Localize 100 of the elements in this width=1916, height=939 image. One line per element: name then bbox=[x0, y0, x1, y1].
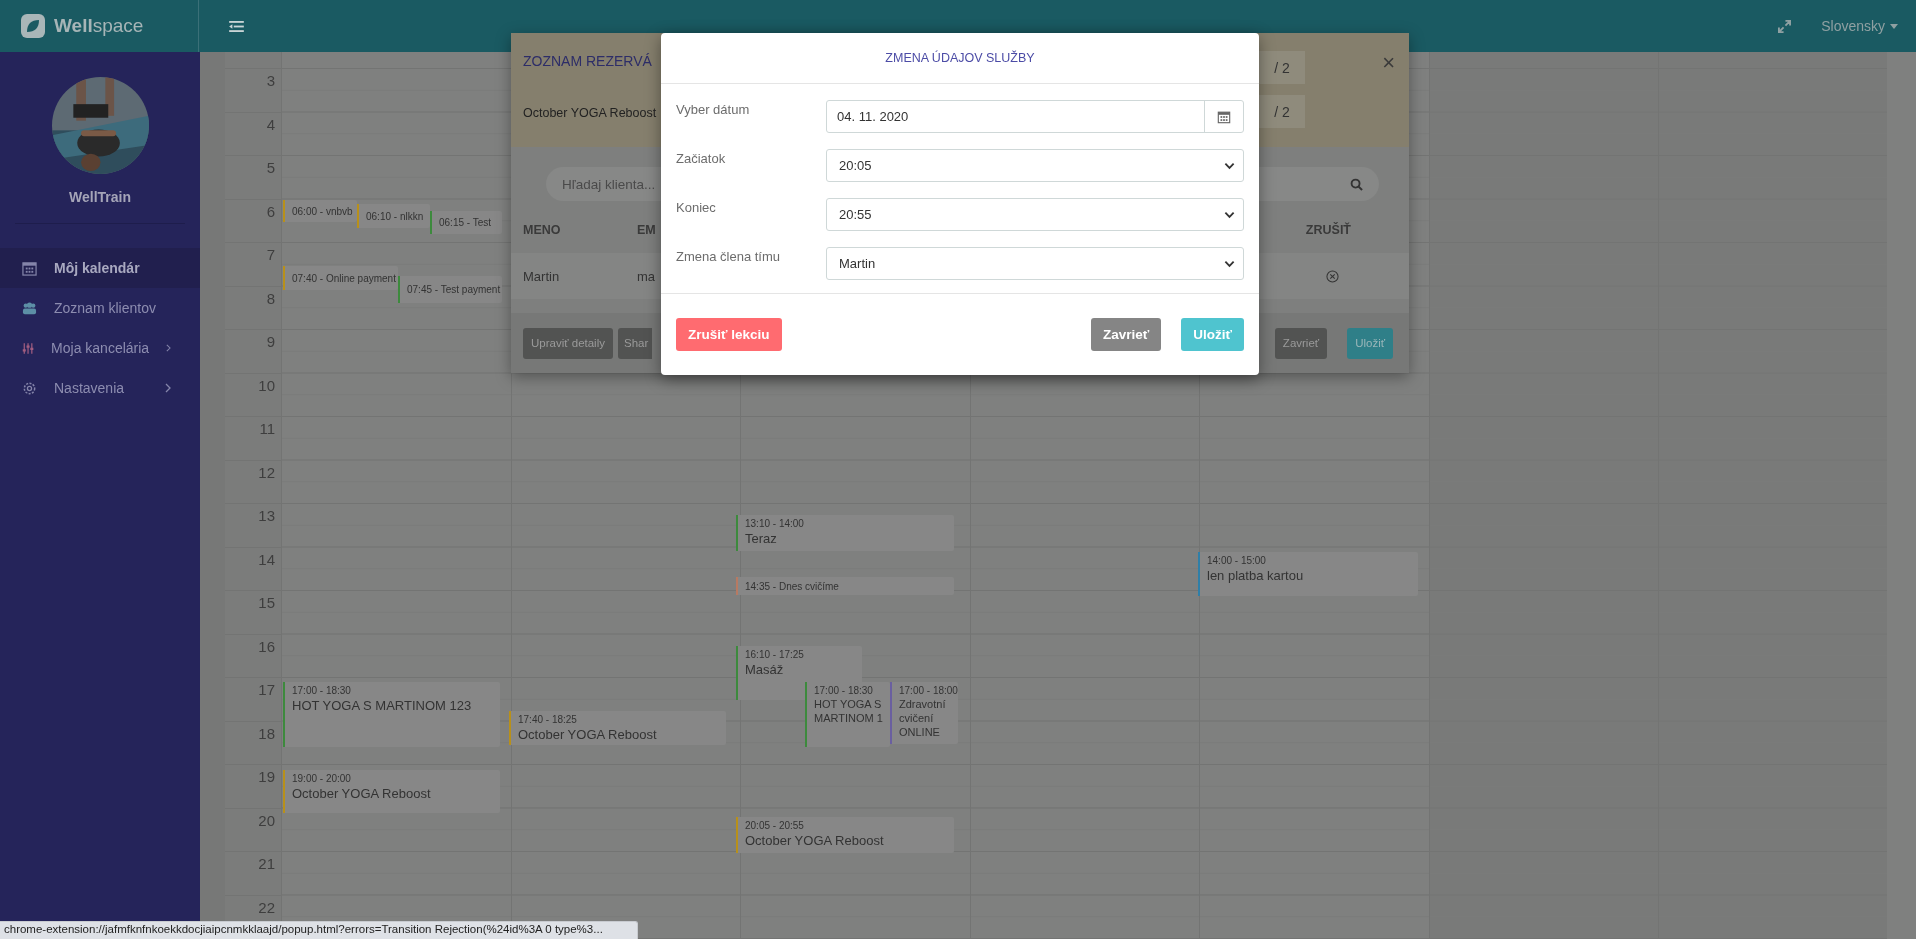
chevron-down-icon bbox=[1224, 259, 1235, 268]
capacity-count: / 2 bbox=[1259, 95, 1305, 128]
event-time: 13:10 - 14:00 bbox=[745, 518, 805, 529]
capacity-count: / 2 bbox=[1259, 51, 1305, 84]
field-label: Vyber dátum bbox=[676, 101, 751, 117]
hour-label: 9 bbox=[266, 333, 275, 350]
chevron-down-icon bbox=[1224, 161, 1235, 170]
sidebar-item[interactable]: Môj kalendár bbox=[0, 248, 200, 288]
settings-icon bbox=[22, 380, 37, 396]
event-card[interactable]: 06:00 - vnbvb bbox=[283, 200, 357, 222]
chevron-icon bbox=[165, 383, 171, 393]
dialog-button[interactable]: Uložiť bbox=[1347, 327, 1393, 359]
date-field[interactable]: 04. 11. 2020 bbox=[826, 100, 1244, 133]
event-title: Zdravotní cvičení ONLINE bbox=[899, 698, 947, 740]
dialog-title: ZMENA ÚDAJOV SLUŽBY bbox=[885, 51, 1035, 65]
hour-label: 18 bbox=[258, 724, 275, 742]
logo-text: Wellspace bbox=[54, 15, 144, 37]
hour-label: 20 bbox=[258, 811, 275, 829]
select-field[interactable]: 20:05 bbox=[826, 149, 1244, 182]
hour-label: 15 bbox=[258, 594, 275, 611]
table-cell-text: ma bbox=[637, 268, 657, 284]
event-card[interactable]: 17:00 - 18:30 HOT YOGA S MARTINOM 123 bbox=[283, 682, 500, 747]
event-title: Masáž bbox=[745, 662, 785, 679]
logo-icon bbox=[20, 13, 46, 39]
sidebar-item[interactable]: Moja kancelária bbox=[0, 328, 200, 368]
close-button[interactable]: × bbox=[1382, 51, 1395, 75]
event-text: 07:45 - Test payment bbox=[407, 284, 498, 295]
field-label: Začiatok bbox=[676, 150, 727, 166]
dialog-button[interactable]: Upraviť detaily bbox=[523, 327, 613, 359]
column-header: EM bbox=[637, 223, 657, 237]
dialog-button[interactable]: Zrušiť lekciu bbox=[676, 318, 782, 351]
sliders-icon bbox=[22, 340, 35, 356]
sidebar-item[interactable]: Nastavenia bbox=[0, 368, 200, 408]
event-title: October YOGA Reboost bbox=[518, 727, 658, 744]
dialog-button[interactable]: Zavrieť bbox=[1091, 318, 1162, 351]
calendar-icon bbox=[22, 260, 37, 276]
caret-icon bbox=[1890, 23, 1898, 29]
event-time: 20:05 - 20:55 bbox=[745, 820, 805, 831]
language-dropdown[interactable]: Slovensky bbox=[1821, 18, 1898, 34]
hour-label: 11 bbox=[259, 420, 275, 437]
cancel-icon[interactable] bbox=[1326, 269, 1339, 283]
event-text: 06:15 - Test bbox=[439, 217, 493, 228]
hour-label: 8 bbox=[266, 289, 275, 307]
service-name: October YOGA Reboost bbox=[523, 106, 657, 120]
event-title: Teraz bbox=[745, 531, 778, 548]
users-icon bbox=[22, 300, 37, 316]
event-title: HOT YOGA S MARTINOM 1 bbox=[814, 698, 884, 726]
column-header: MENO bbox=[523, 223, 562, 237]
dialog-title: ZOZNAM REZERVÁ bbox=[523, 53, 653, 69]
hour-label: 3 bbox=[266, 72, 275, 89]
event-card[interactable]: 07:40 - Online payment bbox=[283, 266, 398, 290]
field-label: Zmena člena tímu bbox=[676, 248, 782, 264]
event-card[interactable]: 06:10 - nlkkn bbox=[357, 204, 430, 228]
event-card[interactable]: 17:40 - 18:25 October YOGA Reboost bbox=[509, 711, 726, 745]
event-text: 14:35 - Dnes cvičíme bbox=[745, 580, 840, 592]
user-name: WellTrain bbox=[69, 189, 131, 205]
event-card[interactable]: 06:15 - Test bbox=[430, 211, 502, 234]
calendar-icon[interactable] bbox=[1217, 109, 1231, 124]
dialog-button[interactable]: Shar bbox=[618, 327, 653, 359]
hour-label: 19 bbox=[258, 768, 275, 785]
status-bar-url: chrome-extension://jafmfknfnkoekkdocjiaipcnmkklaajd/popup.html?errors=Transition Rejection(%24id%3A 0 type%3... bbox=[0, 921, 638, 939]
event-time: 17:00 - 18:30 bbox=[292, 685, 352, 696]
select-field[interactable]: 20:55 bbox=[826, 198, 1244, 231]
hour-label: 5 bbox=[266, 159, 275, 176]
event-card[interactable]: 17:00 - 18:00 Zdravotní cvičení ONLINE bbox=[890, 682, 958, 744]
fullscreen-icon[interactable] bbox=[1778, 19, 1792, 33]
event-card[interactable]: 20:05 - 20:55 October YOGA Reboost bbox=[736, 817, 954, 853]
dialog-button[interactable]: Uložiť bbox=[1181, 318, 1244, 351]
chevron-icon bbox=[166, 343, 171, 353]
event-card[interactable]: 14:00 - 15:00 len platba kartou bbox=[1198, 552, 1418, 596]
event-title: HOT YOGA S MARTINOM 123 bbox=[292, 698, 473, 715]
table-cell-text: Martin bbox=[523, 268, 561, 284]
hour-label: 21 bbox=[258, 855, 275, 872]
hour-label: 14 bbox=[258, 550, 275, 568]
event-text: 06:00 - vnbvb bbox=[292, 205, 353, 217]
event-title: October YOGA Reboost bbox=[745, 833, 885, 850]
chevron-down-icon bbox=[1224, 210, 1235, 219]
event-card[interactable]: 13:10 - 14:00 Teraz bbox=[736, 515, 954, 551]
event-card[interactable]: 07:45 - Test payment bbox=[398, 276, 502, 303]
hour-label: 6 bbox=[266, 202, 275, 220]
hour-label: 7 bbox=[266, 246, 275, 263]
event-title: October YOGA Reboost bbox=[292, 786, 432, 803]
sidebar-item[interactable]: Zoznam klientov bbox=[0, 288, 200, 328]
event-text: 07:40 - Online payment bbox=[292, 272, 394, 284]
event-time: 17:40 - 18:25 bbox=[518, 714, 578, 725]
event-card[interactable]: 14:35 - Dnes cvičíme bbox=[736, 577, 954, 595]
hour-label: 16 bbox=[258, 637, 275, 655]
event-card[interactable]: 19:00 - 20:00 October YOGA Reboost bbox=[283, 770, 500, 813]
event-title: len platba kartou bbox=[1207, 568, 1305, 585]
select-field[interactable]: Martin bbox=[826, 247, 1244, 280]
hour-label: 22 bbox=[258, 898, 275, 916]
event-text: 06:10 - nlkkn bbox=[366, 210, 425, 222]
event-time: 14:00 - 15:00 bbox=[1207, 555, 1267, 566]
hour-label: 4 bbox=[266, 115, 275, 133]
hour-label: 17 bbox=[258, 681, 275, 698]
menu-toggle-icon[interactable] bbox=[229, 20, 244, 32]
event-time: 19:00 - 20:00 bbox=[292, 773, 352, 784]
event-card[interactable]: 17:00 - 18:30 HOT YOGA S MARTINOM 1 bbox=[805, 682, 890, 747]
column-header: ZRUŠIŤ bbox=[1305, 223, 1351, 237]
dialog-button[interactable]: Zavrieť bbox=[1274, 327, 1328, 359]
